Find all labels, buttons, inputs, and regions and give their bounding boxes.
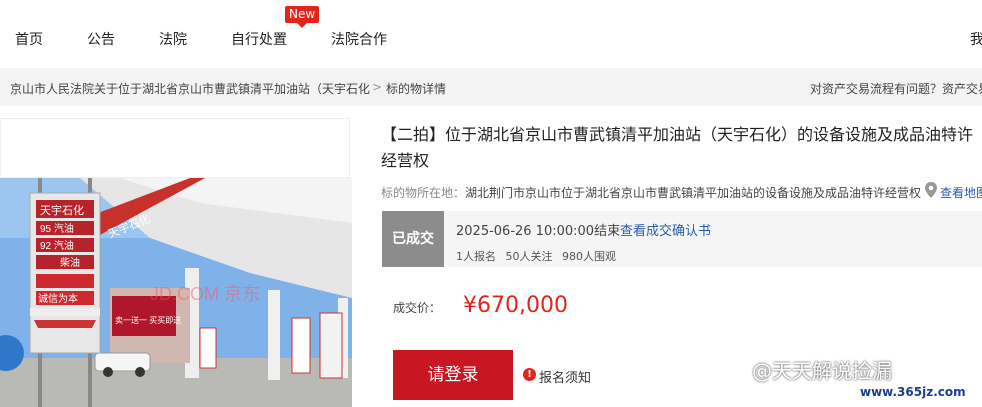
view-map-link[interactable]: 查看地图: [940, 184, 982, 201]
nav-user-cut[interactable]: 我: [970, 29, 982, 49]
nav-self-disposal[interactable]: 自行处置: [231, 29, 287, 49]
deal-price: ¥670,000: [463, 293, 568, 318]
new-badge: New: [285, 6, 320, 28]
view-confirmation-link[interactable]: 查看成交确认书: [620, 220, 711, 239]
stat-viewers: 980人围观: [562, 250, 616, 263]
login-button[interactable]: 请登录: [393, 350, 513, 400]
breadcrumb: 京山市人民法院关于位于湖北省京山市曹武镇清平加油站（天宇石化 > 标的物详情 对…: [0, 68, 982, 106]
breadcrumb-current: 标的物详情: [386, 82, 447, 96]
location-value: 湖北荆门市京山市位于湖北省京山市曹武镇清平加油站的设备设施及成品油特许经营权: [465, 186, 922, 200]
breadcrumb-separator: >: [372, 80, 383, 94]
status-badge: 已成交: [382, 211, 444, 267]
nav-court-cooperation[interactable]: 法院合作: [331, 29, 387, 49]
overlay-watermark: @天天解说捡漏: [752, 359, 892, 383]
shop-banner-text: 卖一送一 买买即送: [115, 315, 181, 325]
top-nav: 首页 公告 法院 自行处置 New 法院合作 我: [0, 0, 982, 68]
stat-followers: 50人关注: [505, 250, 553, 263]
sign-row-92: 92 汽油: [40, 239, 74, 252]
item-photo[interactable]: 天宇石化 卖一送一 买买即送 天宇石化 95 汽油 92 汽油 柴油 诚信为本: [0, 178, 352, 407]
location-label: 标的物所在地：: [381, 186, 466, 200]
photo-watermark: JD.COM 京东: [150, 284, 260, 304]
end-time: 2025-06-26 10:00:00结束: [456, 224, 621, 239]
nav-home[interactable]: 首页: [15, 29, 43, 49]
registration-notice-link[interactable]: 报名须知: [539, 367, 591, 386]
sign-row-diesel: 柴油: [60, 256, 80, 269]
alert-icon: !: [523, 368, 536, 381]
nav-announcements[interactable]: 公告: [87, 29, 115, 49]
price-label: 成交价：: [393, 301, 442, 315]
item-title: 【二拍】位于湖北省京山市曹武镇清平加油站（天宇石化）的设备设施及成品油特许经营权: [381, 125, 974, 170]
sign-brand: 天宇石化: [40, 203, 84, 217]
sign-motto: 诚信为本: [38, 292, 78, 305]
nav-courts[interactable]: 法院: [159, 29, 187, 49]
breadcrumb-court-link[interactable]: 京山市人民法院关于位于湖北省京山市曹武镇清平加油站（天宇石化: [10, 80, 370, 97]
help-link[interactable]: 对资产交易流程有问题？资产交易: [810, 80, 982, 97]
sign-row-95: 95 汽油: [40, 222, 74, 235]
image-blank-area: [0, 118, 350, 178]
overlay-watermark-site: www.365jz.com: [860, 385, 966, 399]
stat-signups: 1人报名: [456, 250, 496, 263]
auction-stats: 1人报名 50人关注 980人围观: [456, 248, 622, 264]
map-pin-icon[interactable]: [924, 182, 938, 198]
